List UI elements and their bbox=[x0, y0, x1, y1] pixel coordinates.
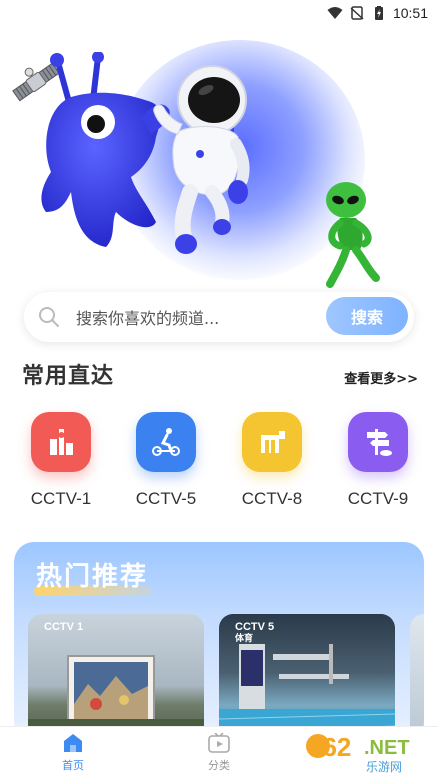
building-icon bbox=[50, 429, 73, 455]
thumbnail-channel-logo: CCTV 1 bbox=[44, 621, 84, 633]
tv-play-icon bbox=[208, 733, 230, 753]
nav-item-home[interactable]: 首页 bbox=[38, 733, 108, 773]
signpost-icon bbox=[367, 429, 392, 456]
nav-label-category: 分类 bbox=[208, 759, 230, 772]
hot-thumbnail-2[interactable]: CCTV 5 体育 bbox=[219, 614, 395, 742]
channel-item-cctv-1[interactable]: CCTV-1 bbox=[16, 412, 106, 509]
svg-text:乐游网: 乐游网 bbox=[366, 760, 402, 774]
channel-tile[interactable] bbox=[242, 412, 302, 472]
scooter-icon bbox=[152, 428, 180, 456]
channel-list: CCTV-1 CCTV-5 CCTV-8 CCTV-9 bbox=[0, 412, 438, 522]
nav-item-category[interactable]: 分类 bbox=[184, 733, 254, 773]
thumbnail-channel-logo: CCTV 5 体育 bbox=[235, 622, 274, 645]
channel-tile[interactable] bbox=[136, 412, 196, 472]
green-alien-illustration bbox=[326, 182, 380, 288]
channel-name: CCTV-5 bbox=[135, 489, 197, 508]
no-sim-icon bbox=[350, 6, 364, 20]
view-more-link[interactable]: 查看更多>> bbox=[344, 368, 418, 387]
channel-item-cctv-5[interactable]: CCTV-5 bbox=[121, 412, 211, 509]
channel-name: CCTV-1 bbox=[30, 489, 92, 508]
hot-thumbnail-3-partial[interactable] bbox=[410, 614, 424, 742]
wifi-icon bbox=[327, 7, 343, 19]
channel-name: CCTV-8 bbox=[241, 489, 303, 508]
channel-name: CCTV-9 bbox=[347, 489, 409, 508]
quick-access-title: 常用直达 bbox=[22, 364, 115, 389]
svg-text:962: 962 bbox=[308, 732, 351, 762]
status-bar: 10:51 bbox=[0, 0, 438, 26]
search-button[interactable]: 搜索 bbox=[326, 297, 408, 335]
channel-item-cctv-8[interactable]: CCTV-8 bbox=[227, 412, 317, 509]
hot-recommend-title: 热门推荐 bbox=[36, 562, 149, 592]
movie-icon bbox=[261, 431, 285, 453]
thumbnail-logo-sub: 体育 bbox=[235, 634, 254, 644]
svg-text:.NET: .NET bbox=[364, 737, 410, 759]
home-icon bbox=[64, 734, 82, 752]
nav-label-home: 首页 bbox=[62, 759, 84, 772]
site-watermark: 962 .NET 乐游网 bbox=[302, 728, 428, 774]
channel-tile[interactable] bbox=[31, 412, 91, 472]
thumbnail-logo-text: CCTV 5 bbox=[235, 621, 275, 633]
thumbnail-image bbox=[28, 655, 204, 742]
search-icon bbox=[39, 307, 59, 327]
battery-charging-icon bbox=[374, 6, 383, 20]
status-time: 10:51 bbox=[392, 5, 428, 21]
hot-recommend-card: 热门推荐 CCTV 1 CCTV 5 体育 bbox=[14, 542, 424, 742]
watermark-logo: 962 .NET 乐游网 bbox=[306, 732, 410, 774]
hot-thumbnail-1[interactable]: CCTV 1 bbox=[28, 614, 204, 742]
astronaut-illustration bbox=[153, 65, 250, 254]
channel-tile[interactable] bbox=[348, 412, 408, 472]
channel-item-cctv-9[interactable]: CCTV-9 bbox=[333, 412, 423, 509]
hero-banner bbox=[0, 0, 438, 290]
search-bar[interactable]: 搜索你喜欢的频道... 搜索 bbox=[24, 292, 414, 342]
